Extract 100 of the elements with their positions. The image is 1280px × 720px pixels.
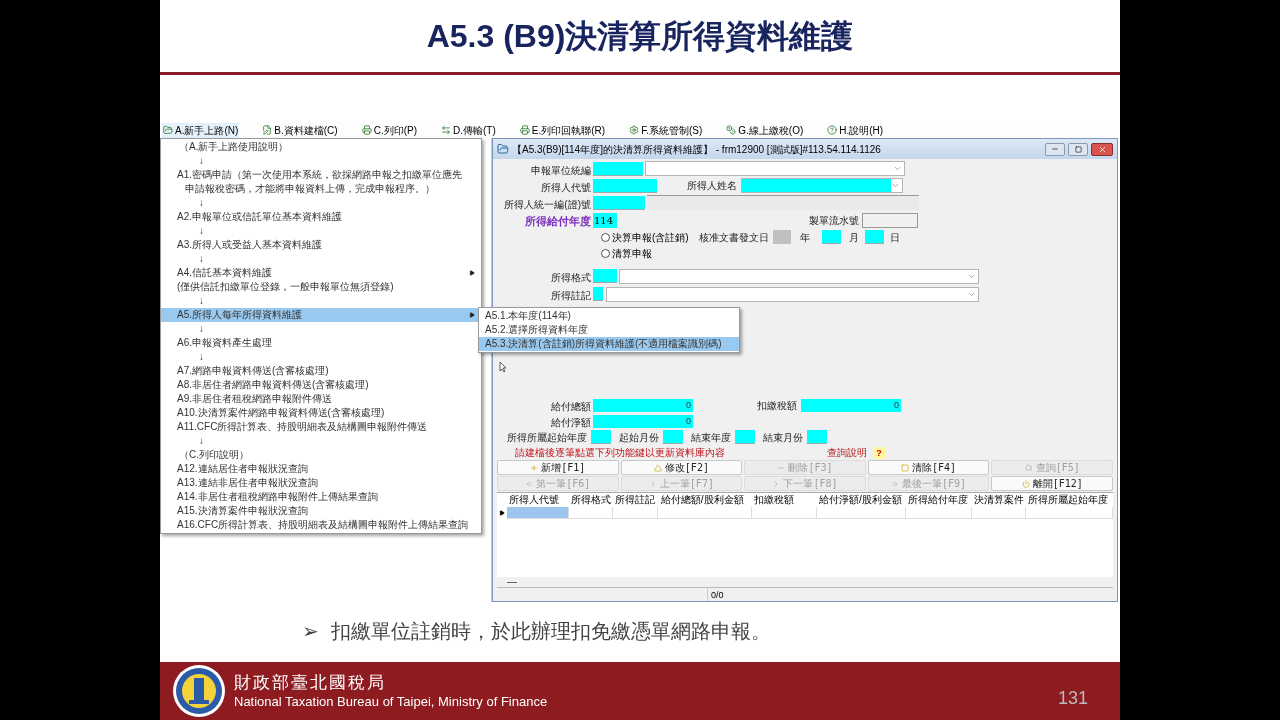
input-field[interactable] <box>593 269 617 283</box>
column-header[interactable]: 給付總額/股利金額 <box>658 493 752 507</box>
power-icon <box>1021 479 1030 488</box>
menu-bar-item[interactable]: F.系統管制(S) <box>628 122 704 138</box>
menu-item[interactable]: A5.1.本年度(114年) <box>479 309 739 323</box>
field-label: 結束年度 <box>691 430 731 445</box>
year-field[interactable]: 114 <box>593 212 617 228</box>
menu-arrow: ↓ <box>198 294 205 308</box>
column-header[interactable]: 扣繳稅額 <box>751 493 817 507</box>
table-cell[interactable] <box>816 507 906 519</box>
menu-item[interactable]: A5.所得人每年所得資料維護 <box>161 308 481 322</box>
table-cell[interactable] <box>1025 507 1113 519</box>
column-header[interactable]: 所得格式 <box>569 493 614 507</box>
menu-item[interactable]: A5.3.決清算(含註銷)所得資料維護(不適用檔案識別碼) <box>479 337 739 351</box>
table-cell[interactable] <box>612 507 659 519</box>
menu-item[interactable]: A6.申報資料產生處理 <box>161 336 481 350</box>
menu-bar-item[interactable]: G.線上繳稅(O) <box>725 122 805 138</box>
input-field[interactable] <box>735 430 755 444</box>
menu-item[interactable]: (僅供信託扣繳單位登錄，一般申報單位無須登錄) <box>161 280 481 294</box>
input-field[interactable] <box>807 430 827 444</box>
menu-item[interactable]: A8.非居住者網路申報資料傳送(含審核處理) <box>161 378 481 392</box>
input-field[interactable] <box>864 230 884 244</box>
column-header[interactable]: 所得給付年度 <box>905 493 973 507</box>
menu-item[interactable]: A5.2.選擇所得資料年度 <box>479 323 739 337</box>
input-field[interactable] <box>593 195 645 210</box>
input-field[interactable] <box>772 230 791 244</box>
submenu-arrow-icon <box>469 312 475 318</box>
function-button[interactable]: 修改[F2] <box>620 460 743 475</box>
amount-field[interactable]: 0 <box>801 398 901 412</box>
table-cell[interactable] <box>972 507 1026 519</box>
triangle-icon <box>653 463 662 472</box>
minimize-icon <box>1051 145 1059 153</box>
coins-icon <box>726 125 737 135</box>
column-header[interactable]: 所得人代號 <box>507 493 570 507</box>
dropdown-field[interactable] <box>619 268 979 284</box>
field-label: 所得人姓名 <box>687 179 737 193</box>
input-field[interactable] <box>821 230 841 244</box>
help-button[interactable]: ? <box>873 447 885 459</box>
field-label: 結束月份 <box>763 430 803 445</box>
menu-bar-item[interactable]: D.傳輸(T) <box>440 122 497 138</box>
help-link[interactable]: 查詢說明 <box>827 447 867 459</box>
minimize-button[interactable] <box>1045 142 1065 156</box>
field-label: 所得人統一編(證)號 <box>504 198 591 210</box>
column-header[interactable]: 給付淨額/股利金額 <box>816 493 906 507</box>
input-field[interactable] <box>593 161 643 176</box>
function-button[interactable]: 清除[F4] <box>867 460 990 475</box>
field-label: 所得給付年度 <box>525 215 591 228</box>
radio-label: 決算申報(含註銷) <box>612 230 689 245</box>
menu-bar-item[interactable]: C.列印(P) <box>360 122 419 138</box>
menu-bar-item[interactable]: A.新手上路(N) <box>162 122 240 138</box>
cursor-icon <box>499 361 507 373</box>
menu-item[interactable]: A2.申報單位或信託單位基本資料維護 <box>161 210 481 224</box>
field-label: 扣繳稅額 <box>757 398 797 413</box>
table-cell[interactable] <box>506 507 570 519</box>
function-button[interactable]: 新增[F1] <box>497 460 619 475</box>
dropdown-field[interactable] <box>741 178 903 193</box>
amount-field[interactable]: 0 <box>593 414 693 428</box>
menu-item[interactable]: A9.非居住者租稅網路申報附件傳送 <box>161 392 481 406</box>
menu-item[interactable]: A15.決清算案件申報狀況查詢 <box>161 504 481 518</box>
row-pointer-icon <box>497 510 507 516</box>
field-label: 核准文書發文日 <box>698 230 769 245</box>
column-header[interactable]: 所得所屬起始年度 <box>1026 493 1113 507</box>
field-label: 給付總額 <box>551 401 591 412</box>
input-field[interactable] <box>591 430 611 444</box>
table-cell[interactable] <box>658 507 752 519</box>
input-field[interactable] <box>663 430 683 444</box>
radio-button[interactable] <box>601 249 610 258</box>
input-field[interactable] <box>593 178 657 193</box>
menu-bar-item[interactable]: E.列印回執聯(R) <box>518 122 607 138</box>
splitter-handle[interactable] <box>507 581 517 583</box>
menu-item[interactable]: A13.連結非居住者申報狀況查詢 <box>161 476 481 490</box>
dropdown-field[interactable] <box>606 286 979 302</box>
menu-item[interactable]: A3.所得人或受益人基本資料維護 <box>161 238 481 252</box>
table-cell[interactable] <box>569 507 613 519</box>
menu-item[interactable]: A14.非居住者租稅網路申報附件上傳結果查詢 <box>161 490 481 504</box>
table-cell[interactable] <box>906 507 973 519</box>
menu-item[interactable]: A16.CFC所得計算表、持股明細表及結構圖申報附件上傳結果查詢 <box>161 518 481 532</box>
column-header[interactable]: 決清算案件 <box>972 493 1027 507</box>
dropdown-field[interactable] <box>645 161 905 176</box>
menu-item[interactable]: A10.決清算案件網路申報資料傳送(含審核處理) <box>161 406 481 420</box>
menu-item[interactable]: A4.信託基本資料維護 <box>161 266 481 280</box>
close-button[interactable] <box>1091 142 1113 156</box>
column-header[interactable]: 所得註記 <box>613 493 659 507</box>
amount-field[interactable]: 0 <box>593 398 693 412</box>
radio-label: 清算申報 <box>612 247 652 261</box>
menu-item[interactable]: 申請報稅密碼，才能將申報資料上傳，完成申報程序。） <box>161 182 481 196</box>
org-name-english: National Taxation Bureau of Taipei, Ministry of Finance <box>234 693 549 711</box>
menu-heading: （A.新手上路使用說明） <box>178 140 290 154</box>
menu-item[interactable]: A1.密碼申請（第一次使用本系統，欲採網路申報之扣繳單位應先 <box>161 168 481 182</box>
menu-arrow: ↓ <box>198 224 205 238</box>
table-cell[interactable] <box>751 507 817 519</box>
menu-item[interactable]: A11.CFC所得計算表、持股明細表及結構圖申報附件傳送 <box>161 420 481 434</box>
menu-bar-item[interactable]: H.說明(H) <box>826 122 885 138</box>
input-field[interactable] <box>862 212 918 228</box>
menu-item[interactable]: A7.網路申報資料傳送(含審核處理) <box>161 364 481 378</box>
function-button[interactable]: 離開[F12] <box>991 476 1113 491</box>
input-field[interactable] <box>593 287 603 301</box>
radio-button[interactable] <box>601 232 610 242</box>
menu-bar-item[interactable]: B.資料建檔(C) <box>261 122 339 138</box>
menu-item[interactable]: A12.連結居住者申報狀況查詢 <box>161 462 481 476</box>
